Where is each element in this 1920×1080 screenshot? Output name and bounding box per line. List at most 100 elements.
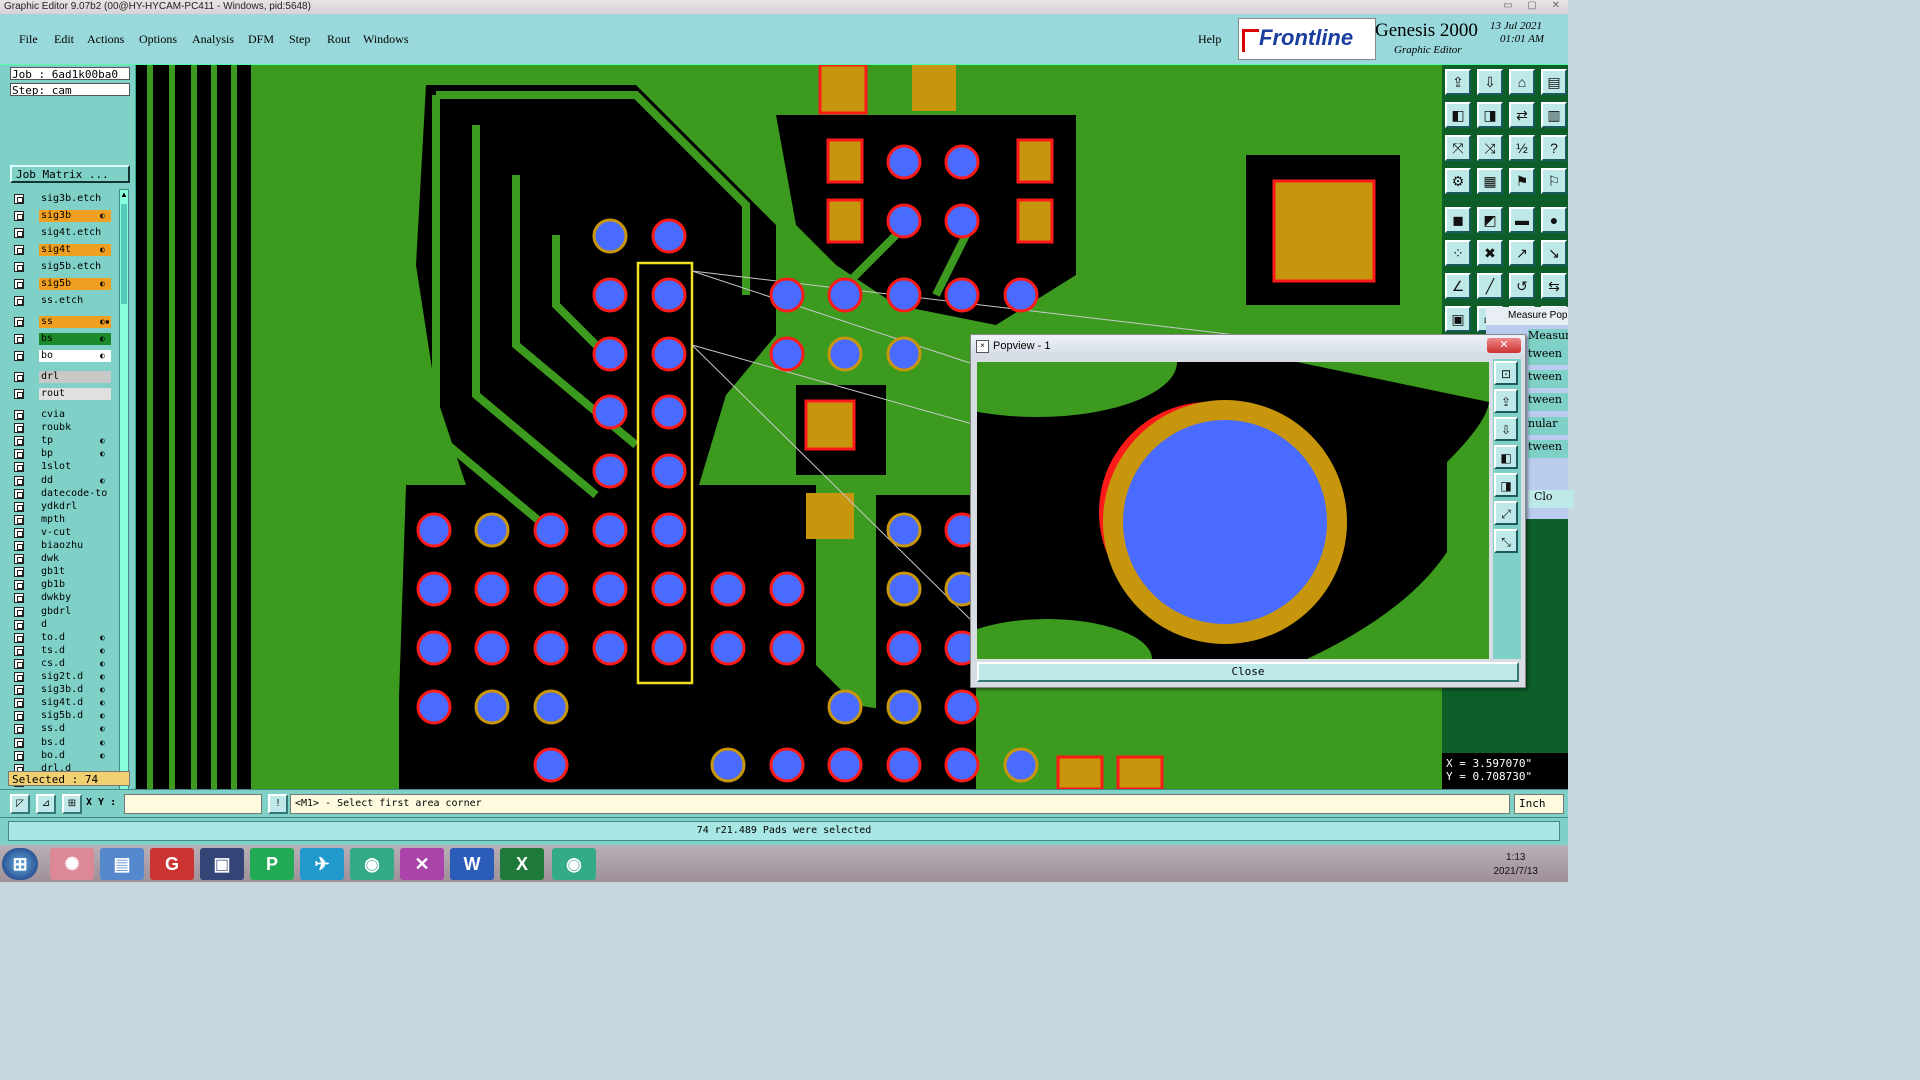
layer-row[interactable]: dd ◐ — [12, 474, 120, 487]
layer-checkbox[interactable] — [14, 541, 24, 551]
layer-row[interactable]: drl — [12, 371, 120, 383]
via-pad[interactable] — [944, 144, 980, 180]
layer-row[interactable]: sig3b ◐ — [12, 210, 120, 222]
layer-row[interactable]: sig4t ◐ — [12, 244, 120, 256]
layer-row[interactable]: sig2t.d ◐ — [12, 671, 120, 683]
layer-checkbox[interactable] — [14, 554, 24, 565]
alert-icon[interactable]: ! — [268, 794, 288, 814]
via-pad[interactable] — [592, 453, 628, 489]
tool-button-icon[interactable]: ↗ — [1509, 240, 1535, 266]
layer-checkbox[interactable] — [14, 514, 24, 525]
via-pad[interactable] — [651, 512, 687, 548]
layer-row[interactable]: gb1t — [12, 566, 120, 579]
menu-options[interactable]: Options — [139, 32, 177, 47]
via-pad[interactable] — [474, 512, 510, 548]
layer-row[interactable]: 1slot — [12, 461, 120, 474]
tool-button-icon[interactable]: ⁘ — [1445, 240, 1471, 266]
via-pad[interactable] — [592, 571, 628, 607]
layer-checkbox[interactable] — [14, 423, 24, 434]
menu-file[interactable]: File — [19, 32, 38, 47]
layer-checkbox[interactable] — [14, 645, 24, 656]
popview-tool-icon[interactable]: ◧ — [1494, 445, 1518, 469]
layer-checkbox[interactable] — [14, 475, 24, 486]
layer-checkbox[interactable] — [14, 436, 24, 447]
units-selector[interactable]: Inch — [1514, 794, 1564, 814]
via-pad[interactable] — [886, 630, 922, 666]
via-pad[interactable] — [533, 747, 569, 783]
tool-button-icon[interactable]: ↺ — [1509, 273, 1535, 299]
tool-button-icon[interactable]: ⇄ — [1509, 102, 1535, 128]
word-icon[interactable]: W — [450, 848, 494, 880]
layer-row[interactable]: biaozhu — [12, 540, 120, 552]
layer-checkbox[interactable] — [14, 279, 24, 289]
popview-zoom-canvas[interactable] — [977, 362, 1489, 659]
via-pad[interactable] — [827, 336, 863, 372]
tool-button-icon[interactable]: ▣ — [1445, 306, 1471, 332]
via-pad[interactable] — [769, 277, 805, 313]
tool-button-icon[interactable]: ½ — [1509, 135, 1535, 161]
via-pad[interactable] — [651, 336, 687, 372]
via-pad[interactable] — [651, 571, 687, 607]
via-pad[interactable] — [651, 218, 687, 254]
measure-popup-title[interactable]: Measure Pop — [1486, 307, 1568, 325]
excel-icon[interactable]: X — [500, 848, 544, 880]
save-disk-icon[interactable]: ▣ — [200, 848, 244, 880]
via-pad[interactable] — [710, 630, 746, 666]
tool-button-icon[interactable]: ◩ — [1477, 207, 1503, 233]
layer-name[interactable]: v-cut — [39, 526, 111, 539]
via-pad[interactable] — [944, 689, 980, 725]
layer-row[interactable]: cs.d ◐ — [12, 657, 120, 670]
layer-name[interactable]: gbdrl — [39, 605, 111, 618]
layer-checkbox[interactable] — [14, 296, 24, 306]
layer-checkbox[interactable] — [14, 698, 24, 709]
via-pad[interactable] — [592, 277, 628, 313]
tool-button-icon[interactable]: ∠ — [1445, 273, 1471, 299]
layer-row[interactable]: v-cut — [12, 526, 120, 539]
layer-name[interactable]: sig5b.etch — [39, 261, 111, 273]
layer-row[interactable]: ss ◐▪ — [12, 316, 120, 328]
via-pad[interactable] — [1003, 747, 1039, 783]
via-pad[interactable] — [416, 689, 452, 725]
layer-row[interactable]: datecode-to — [12, 487, 120, 500]
g-app-icon[interactable]: G — [150, 848, 194, 880]
layer-row[interactable]: sig5b.d ◐ — [12, 710, 120, 723]
layer-name[interactable]: d — [39, 618, 111, 631]
layer-checkbox[interactable] — [14, 462, 24, 473]
tool-button-icon[interactable]: ⇩ — [1477, 69, 1503, 95]
layer-checkbox[interactable] — [14, 334, 24, 344]
via-pad[interactable] — [886, 689, 922, 725]
popview-tool-icon[interactable]: ⤡ — [1494, 529, 1518, 553]
layer-list-scrollbar[interactable]: ▲ ▼ — [119, 189, 129, 834]
tool-button-icon[interactable]: ? — [1541, 135, 1567, 161]
tool-button-icon[interactable]: ◼ — [1445, 207, 1471, 233]
layer-row[interactable]: roubk — [12, 422, 120, 435]
tool-button-icon[interactable]: ⇪ — [1445, 69, 1471, 95]
tool-button-icon[interactable]: ✖ — [1477, 240, 1503, 266]
layer-list[interactable]: sig3b.etch sig3b ◐ sig4t.etch sig4t ◐ sig5b.et… — [10, 189, 120, 841]
notepad-icon[interactable]: ▤ — [100, 848, 144, 880]
popview-close-icon[interactable]: ✕ — [1487, 338, 1521, 353]
via-pad[interactable] — [651, 630, 687, 666]
layer-checkbox[interactable] — [14, 488, 24, 499]
layer-checkbox[interactable] — [14, 580, 24, 591]
layer-checkbox[interactable] — [14, 410, 24, 420]
tool-button-icon[interactable]: ◧ — [1445, 102, 1471, 128]
via-pad[interactable] — [886, 747, 922, 783]
menu-help[interactable]: Help — [1198, 32, 1221, 47]
layer-name[interactable]: ss.etch — [39, 295, 111, 307]
layer-row[interactable]: bp ◐ — [12, 448, 120, 461]
layer-checkbox[interactable] — [14, 567, 24, 578]
layer-row[interactable]: tp ◐ — [12, 435, 120, 448]
popview-tool-icon[interactable]: ⤢ — [1494, 501, 1518, 525]
tool-button-icon[interactable]: ● — [1541, 207, 1567, 233]
layer-checkbox[interactable] — [14, 527, 24, 538]
via-pad[interactable] — [651, 394, 687, 430]
via-pad[interactable] — [1003, 277, 1039, 313]
job-matrix-button[interactable]: Job Matrix ... — [10, 165, 130, 183]
via-pad[interactable] — [533, 571, 569, 607]
scroll-up-icon[interactable]: ▲ — [120, 190, 128, 199]
measure-option-4[interactable]: tween — [1528, 393, 1568, 411]
layer-checkbox[interactable] — [14, 606, 24, 617]
layer-row[interactable]: sig4t.d ◐ — [12, 697, 120, 710]
via-pad[interactable] — [592, 512, 628, 548]
